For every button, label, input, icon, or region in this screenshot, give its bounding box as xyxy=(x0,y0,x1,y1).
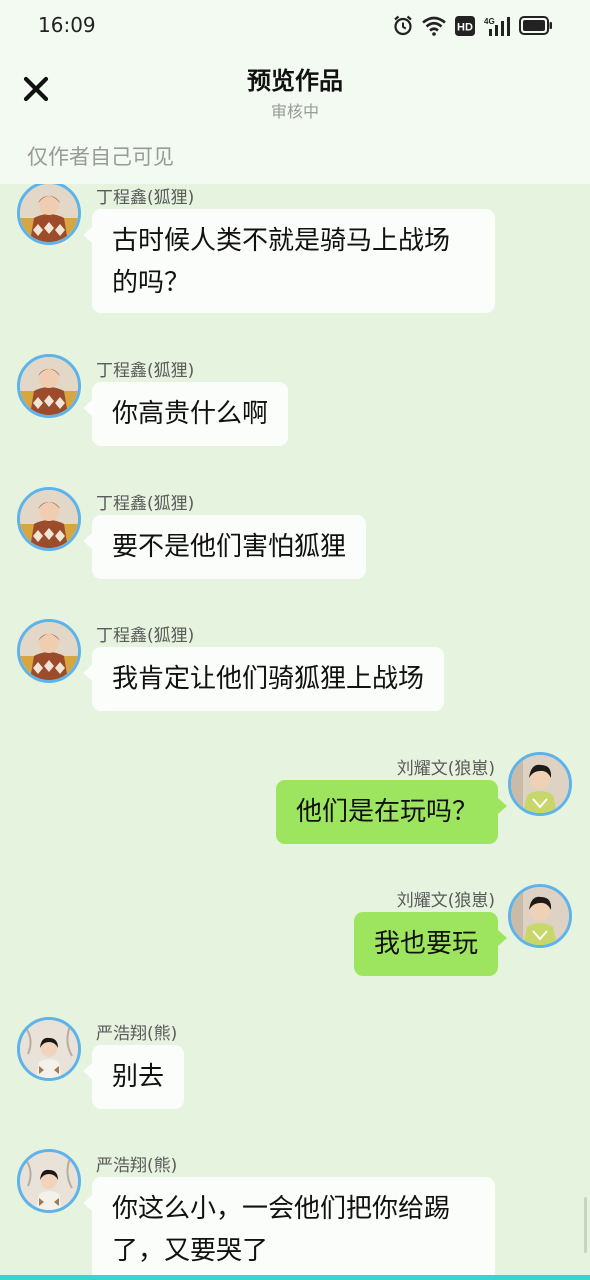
avatar[interactable] xyxy=(508,884,572,948)
scrollbar[interactable] xyxy=(584,1197,587,1253)
avatar[interactable] xyxy=(17,487,81,551)
sender-name: 严浩翔(熊) xyxy=(96,1156,178,1176)
sender-name: 丁程鑫(狐狸) xyxy=(96,626,195,646)
status-time: 16:09 xyxy=(38,13,96,37)
avatar[interactable] xyxy=(17,619,81,683)
battery-icon xyxy=(519,16,552,35)
svg-text:HD: HD xyxy=(457,21,473,33)
avatar[interactable] xyxy=(508,752,572,816)
message-bubble[interactable]: 他们是在玩吗？ xyxy=(275,780,508,844)
message-bubble[interactable]: 我也要玩 xyxy=(353,912,508,976)
sender-name: 丁程鑫(狐狸) xyxy=(96,494,195,514)
message-bubble[interactable]: 古时候人类不就是骑马上战场的吗？ xyxy=(83,209,495,313)
page-title: 预览作品 xyxy=(247,67,343,95)
message-bubble[interactable]: 你高贵什么啊 xyxy=(82,382,289,446)
status-icons: HD 4G xyxy=(393,15,552,36)
chat-area[interactable]: 丁程鑫(狐狸) 古时候人类不就是骑马上战场的吗？ 丁程鑫(狐狸) 你高贵什么啊 … xyxy=(0,184,590,1275)
top-header: 16:09 HD 4G 预览作品 审核中 仅作者自己可见 xyxy=(0,0,590,184)
avatar[interactable] xyxy=(17,1149,81,1213)
alarm-icon xyxy=(393,15,413,36)
bottom-strip xyxy=(0,1275,590,1280)
sender-name: 刘耀文(狼崽) xyxy=(396,891,495,911)
4g-signal-icon: 4G xyxy=(484,16,510,36)
avatar[interactable] xyxy=(17,1017,81,1081)
sender-name: 严浩翔(熊) xyxy=(96,1024,178,1044)
sender-name: 丁程鑫(狐狸) xyxy=(96,188,195,208)
avatar[interactable] xyxy=(17,354,81,418)
visibility-note: 仅作者自己可见 xyxy=(27,145,174,169)
message-bubble[interactable]: 我肯定让他们骑狐狸上战场 xyxy=(82,647,445,711)
svg-text:4G: 4G xyxy=(484,17,495,26)
message-bubble[interactable]: 要不是他们害怕狐狸 xyxy=(82,515,367,579)
wifi-icon xyxy=(422,16,446,36)
sender-name: 丁程鑫(狐狸) xyxy=(96,361,195,381)
message-bubble[interactable]: 别去 xyxy=(82,1045,185,1109)
status-bar: 16:09 HD 4G xyxy=(0,0,590,52)
review-status: 审核中 xyxy=(270,102,319,121)
avatar[interactable] xyxy=(17,184,81,245)
message-bubble[interactable]: 你这么小，一会他们把你给踢了，又要哭了 xyxy=(83,1177,495,1275)
hd-icon: HD xyxy=(455,15,475,36)
sender-name: 刘耀文(狼崽) xyxy=(396,759,495,779)
